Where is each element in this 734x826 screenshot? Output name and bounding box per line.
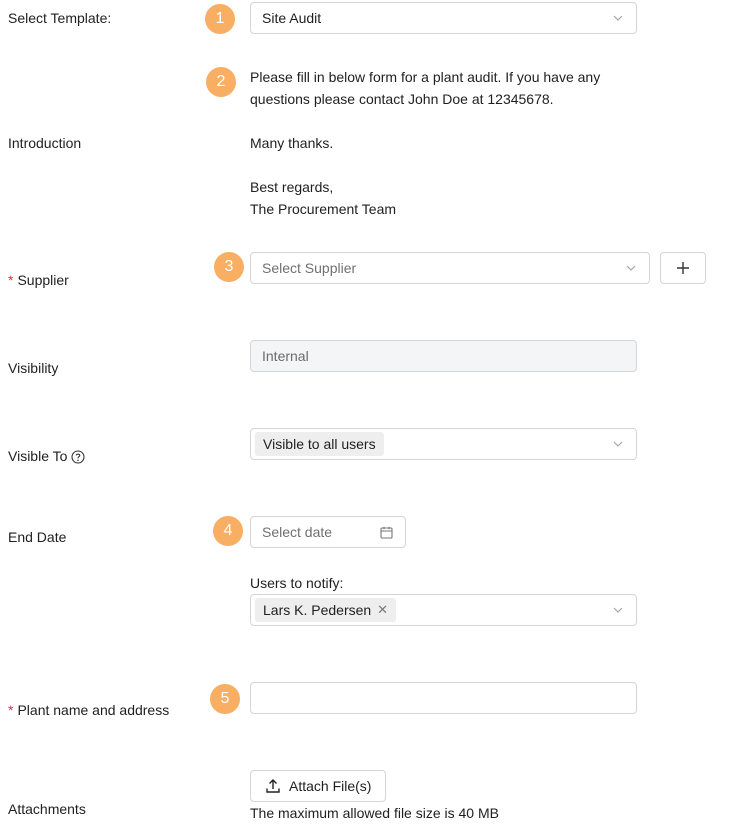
- chevron-down-icon: [613, 15, 623, 21]
- end-date-picker[interactable]: Select date: [250, 516, 406, 548]
- step-badge-2: 2: [206, 67, 236, 97]
- chevron-down-icon: [613, 607, 623, 613]
- supplier-placeholder: Select Supplier: [262, 260, 357, 276]
- attach-files-label: Attach File(s): [289, 778, 372, 794]
- chevron-down-icon: [613, 441, 623, 447]
- step-badge-1: 1: [205, 4, 235, 34]
- chevron-down-icon: [626, 265, 636, 271]
- visible-to-tag: Visible to all users: [255, 432, 384, 456]
- end-date-placeholder: Select date: [262, 524, 333, 540]
- notify-user-tag: Lars K. Pedersen ✕: [255, 598, 397, 622]
- upload-icon: [266, 779, 280, 793]
- supplier-select[interactable]: Select Supplier: [250, 252, 650, 284]
- intro-line-4: Best regards,: [250, 179, 334, 195]
- attach-files-button[interactable]: Attach File(s): [250, 770, 387, 802]
- close-icon[interactable]: ✕: [377, 602, 388, 618]
- visible-to-select[interactable]: Visible to all users: [250, 428, 637, 460]
- plant-label: * Plant name and address: [8, 702, 169, 718]
- plant-label-text: Plant name and address: [17, 702, 170, 718]
- step-badge-4: 4: [213, 516, 243, 546]
- calendar-icon: [380, 526, 393, 539]
- notify-user-name: Lars K. Pedersen: [263, 602, 372, 618]
- visible-to-value: Visible to all users: [263, 436, 376, 452]
- intro-line-2: questions please contact John Doe at 123…: [250, 91, 554, 107]
- introduction-label: Introduction: [8, 135, 82, 151]
- intro-line-5: The Procurement Team: [250, 201, 397, 217]
- step-badge-3: 3: [214, 252, 244, 282]
- visibility-label: Visibility: [8, 360, 59, 376]
- file-size-hint: The maximum allowed file size is 40 MB: [250, 805, 499, 821]
- supplier-label: * Supplier: [8, 272, 69, 288]
- add-supplier-button[interactable]: [660, 252, 706, 284]
- supplier-label-text: Supplier: [17, 272, 69, 288]
- plus-icon: [677, 262, 689, 274]
- intro-line-1: Please fill in below form for a plant au…: [250, 69, 601, 85]
- question-circle-icon[interactable]: [71, 450, 85, 464]
- attachments-label: Attachments: [8, 801, 86, 817]
- template-label: Select Template:: [8, 10, 112, 26]
- required-mark: *: [8, 702, 14, 718]
- notify-label: Users to notify:: [250, 575, 344, 591]
- end-date-label: End Date: [8, 529, 67, 545]
- intro-line-3: Many thanks.: [250, 135, 334, 151]
- notify-select[interactable]: Lars K. Pedersen ✕: [250, 594, 637, 626]
- visibility-field: Internal: [250, 340, 637, 372]
- visible-to-label: Visible To: [8, 448, 85, 464]
- template-select[interactable]: Site Audit: [250, 2, 637, 34]
- step-badge-5: 5: [210, 684, 240, 714]
- visible-to-label-text: Visible To: [8, 448, 68, 464]
- visibility-value: Internal: [262, 348, 309, 364]
- template-select-value: Site Audit: [262, 10, 322, 26]
- plant-input[interactable]: [250, 682, 637, 714]
- required-mark: *: [8, 272, 14, 288]
